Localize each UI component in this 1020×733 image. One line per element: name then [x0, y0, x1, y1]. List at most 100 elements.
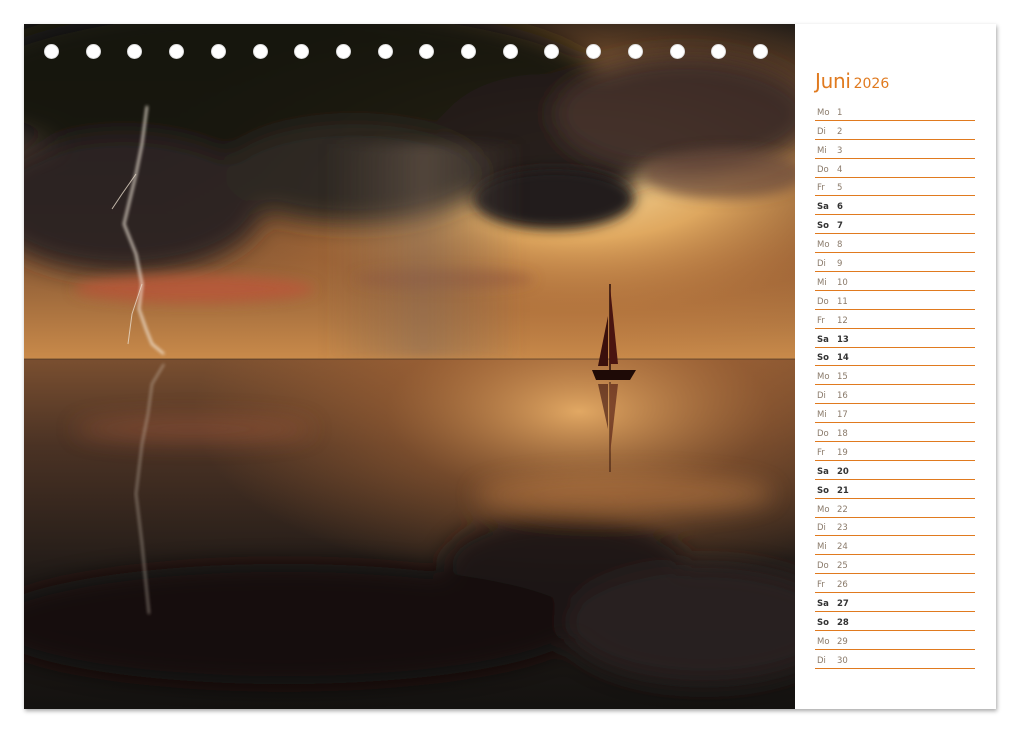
day-row: Di 2: [815, 121, 975, 140]
weekday-label: Sa: [817, 466, 829, 477]
day-number: 18: [837, 429, 848, 440]
binding-hole: [127, 44, 143, 59]
day-number: 4: [837, 164, 843, 175]
weekday-label: Do: [817, 164, 829, 175]
day-number: 22: [837, 504, 848, 515]
weekday-label: Sa: [817, 202, 829, 213]
weekday-label: Fr: [817, 447, 825, 458]
weekday-label: Mi: [817, 542, 827, 553]
weekday-label: Mo: [817, 372, 830, 383]
year-label: 2026: [853, 76, 890, 92]
day-number: 14: [837, 353, 849, 364]
weekday-label: Mi: [817, 410, 827, 421]
weekday-label: Sa: [817, 334, 829, 345]
storm-sailboat-photo: [24, 24, 795, 709]
day-number: 2: [837, 126, 843, 137]
day-number: 8: [837, 240, 843, 251]
day-row: Di 9: [815, 253, 975, 273]
weekday-label: Mi: [817, 277, 827, 288]
binding-hole: [169, 44, 185, 59]
month-title: Juni 2026: [815, 69, 889, 93]
day-row: Fr 5: [815, 178, 975, 197]
day-number: 20: [837, 466, 849, 477]
binding-hole: [294, 44, 310, 59]
weekday-label: So: [817, 617, 829, 628]
day-number: 21: [837, 485, 849, 496]
day-row: Do 4: [815, 159, 975, 178]
day-row: Sa 20: [815, 461, 975, 480]
day-number: 13: [837, 334, 849, 345]
binding-hole: [44, 44, 59, 59]
day-number: 27: [837, 599, 849, 610]
weekday-label: Fr: [817, 183, 825, 194]
binding-hole: [210, 44, 226, 59]
binding-hole: [335, 44, 351, 59]
weekday-label: Fr: [817, 580, 825, 591]
weekday-label: So: [817, 485, 829, 496]
weekday-label: Di: [817, 655, 826, 666]
weekday-label: So: [817, 353, 829, 364]
binding-hole: [252, 44, 268, 59]
day-number: 30: [837, 655, 848, 666]
day-row: Mi 24: [815, 536, 975, 556]
day-row: Di 16: [815, 385, 975, 405]
day-number: 24: [837, 542, 848, 553]
binding-hole: [544, 44, 560, 59]
weekday-label: Sa: [817, 599, 829, 610]
month-name: Juni: [815, 69, 851, 93]
day-number: 5: [837, 183, 843, 194]
day-row: Fr 19: [815, 442, 975, 461]
day-row: Mi 17: [815, 404, 975, 424]
weekday-label: Mo: [817, 636, 830, 647]
day-row: So 28: [815, 612, 975, 631]
day-row: Do 25: [815, 555, 975, 575]
day-row: Sa 13: [815, 329, 975, 348]
weekday-label: So: [817, 221, 829, 232]
day-number: 16: [837, 391, 848, 402]
binding-hole: [711, 44, 727, 59]
day-row: Mi 3: [815, 140, 975, 159]
binding-hole: [419, 44, 435, 59]
day-row: Do 18: [815, 423, 975, 443]
day-number: 29: [837, 636, 848, 647]
day-row: Sa 6: [815, 196, 975, 216]
binding-hole: [85, 44, 101, 59]
binding-hole: [627, 44, 643, 59]
day-row: Mo 15: [815, 366, 975, 386]
calendar-panel: Juni 2026 Mo 1 Di 2 Mi 3 Do 4 Fr 5 Sa 6 So 7 Mo 8 Di 9 Mi 10…: [795, 24, 996, 709]
day-row: Mo 22: [815, 499, 975, 518]
calendar-page: Juni 2026 Mo 1 Di 2 Mi 3 Do 4 Fr 5 Sa 6 So 7 Mo 8 Di 9 Mi 10…: [24, 24, 996, 709]
day-row: Mo 29: [815, 631, 975, 650]
weekday-label: Di: [817, 523, 826, 534]
day-number: 15: [837, 372, 848, 383]
day-number: 3: [837, 145, 843, 156]
binding-hole: [377, 44, 393, 59]
binding-hole: [586, 44, 602, 59]
day-row: Fr 12: [815, 310, 975, 329]
weekday-label: Mo: [817, 107, 830, 118]
day-row: So 14: [815, 348, 975, 367]
day-number: 6: [837, 202, 843, 213]
binding-hole: [461, 44, 476, 59]
day-row: So 7: [815, 215, 975, 235]
binding-hole: [752, 44, 768, 59]
day-row: Mi 10: [815, 272, 975, 291]
photo-illustration: [24, 24, 795, 709]
day-number: 28: [837, 617, 849, 628]
weekday-label: Di: [817, 259, 826, 270]
day-row: Fr 26: [815, 574, 975, 594]
day-number: 7: [837, 221, 843, 232]
weekday-label: Do: [817, 561, 829, 572]
day-number: 9: [837, 259, 843, 270]
weekday-label: Do: [817, 296, 829, 307]
weekday-label: Mo: [817, 240, 830, 251]
day-number: 23: [837, 523, 848, 534]
day-row: Sa 27: [815, 593, 975, 613]
day-row: So 21: [815, 480, 975, 499]
day-number: 17: [837, 410, 848, 421]
weekday-label: Di: [817, 391, 826, 402]
day-number: 11: [837, 296, 848, 307]
weekday-label: Mo: [817, 504, 830, 515]
day-row: Mo 8: [815, 234, 975, 254]
day-number: 19: [837, 447, 848, 458]
